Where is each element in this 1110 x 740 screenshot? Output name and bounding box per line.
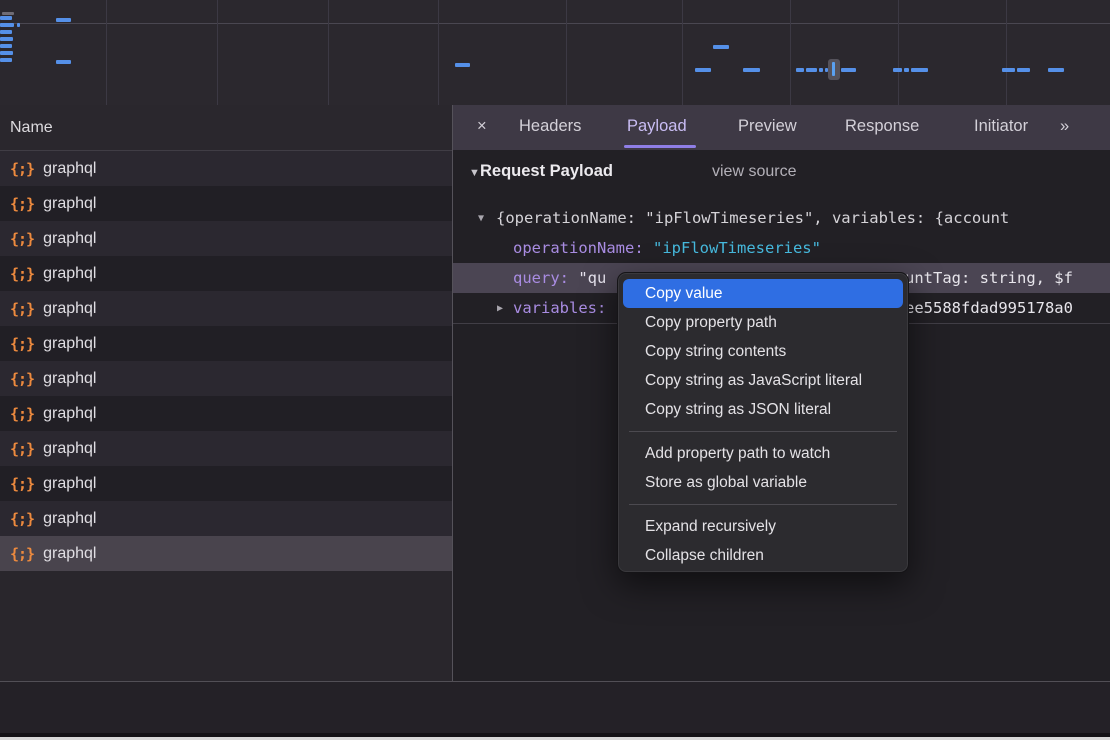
menu-separator — [629, 504, 897, 505]
request-name: graphql — [43, 475, 96, 493]
property-value-string: "qu — [578, 269, 606, 287]
menu-item-copy-property-path[interactable]: Copy property path — [618, 308, 908, 337]
devtools-network-panel: Name {;} graphql {;} graphql {;} graphql {;… — [0, 0, 1110, 740]
menu-item-copy-string-js-literal[interactable]: Copy string as JavaScript literal — [618, 366, 908, 395]
menu-item-copy-string-json-literal[interactable]: Copy string as JSON literal — [618, 395, 908, 424]
close-icon[interactable]: × — [477, 105, 487, 148]
json-request-icon: {;} — [10, 300, 34, 318]
menu-item-collapse-children[interactable]: Collapse children — [618, 541, 908, 570]
menu-item-add-property-path-to-watch[interactable]: Add property path to watch — [618, 439, 908, 468]
json-request-icon: {;} — [10, 370, 34, 388]
overview-hover-marker — [828, 59, 840, 80]
request-row[interactable]: {;} graphql — [0, 466, 452, 501]
request-row[interactable]: {;} graphql — [0, 221, 452, 256]
json-request-icon: {;} — [10, 160, 34, 178]
property-value-fragment: ee5588fdad995178a0 — [905, 293, 1073, 323]
section-title: Request Payload — [480, 162, 613, 181]
tree-row-operationname[interactable]: operationName: "ipFlowTimeseries" — [453, 233, 1110, 263]
tab-response[interactable]: Response — [845, 105, 919, 148]
request-name: graphql — [43, 300, 96, 318]
request-row-selected[interactable]: {;} graphql — [0, 536, 452, 571]
request-name: graphql — [43, 265, 96, 283]
view-source-link[interactable]: view source — [712, 163, 796, 181]
property-key: variables: — [513, 293, 606, 323]
request-row[interactable]: {;} graphql — [0, 186, 452, 221]
request-row[interactable]: {;} graphql — [0, 501, 452, 536]
expand-triangle-icon[interactable]: ▶ — [497, 294, 503, 323]
network-overview-strip[interactable] — [0, 0, 1110, 108]
request-name: graphql — [43, 510, 96, 528]
request-name: graphql — [43, 160, 96, 178]
request-row[interactable]: {;} graphql — [0, 326, 452, 361]
tab-payload[interactable]: Payload — [627, 105, 687, 148]
tab-initiator[interactable]: Initiator — [974, 105, 1028, 148]
request-name: graphql — [43, 370, 96, 388]
menu-item-copy-value[interactable]: Copy value — [623, 279, 903, 308]
menu-item-expand-recursively[interactable]: Expand recursively — [618, 512, 908, 541]
json-request-icon: {;} — [10, 510, 34, 528]
json-request-icon: {;} — [10, 440, 34, 458]
request-name: graphql — [43, 335, 96, 353]
request-row[interactable]: {;} graphql — [0, 396, 452, 431]
overview-lane-divider — [0, 23, 1110, 24]
request-list: {;} graphql {;} graphql {;} graphql {;} grap… — [0, 151, 452, 571]
property-key: query: "qu — [513, 263, 606, 293]
more-tabs-icon[interactable]: » — [1060, 105, 1067, 148]
menu-separator — [629, 431, 897, 432]
name-column-header[interactable]: Name — [0, 105, 452, 151]
json-request-icon: {;} — [10, 335, 34, 353]
request-name: graphql — [43, 545, 96, 563]
pane-divider[interactable] — [452, 105, 453, 733]
active-tab-underline — [624, 145, 696, 148]
tree-row-root[interactable]: ▼ {operationName: "ipFlowTimeseries", va… — [453, 203, 1110, 233]
request-row[interactable]: {;} graphql — [0, 256, 452, 291]
menu-item-store-as-global-variable[interactable]: Store as global variable — [618, 468, 908, 497]
context-menu: Copy value Copy property path Copy strin… — [617, 272, 909, 573]
request-row[interactable]: {;} graphql — [0, 291, 452, 326]
property-value-fragment: untTag: string, $f — [905, 263, 1073, 293]
tab-headers[interactable]: Headers — [519, 105, 581, 148]
overview-marker-tick — [832, 62, 835, 76]
request-row[interactable]: {;} graphql — [0, 431, 452, 466]
status-footer — [0, 682, 1110, 733]
request-row[interactable]: {;} graphql — [0, 151, 452, 186]
request-payload-section-header: ▼ Request Payload view source — [453, 162, 1110, 188]
name-column-label: Name — [10, 119, 53, 137]
detail-tabbar: × Headers Payload Preview Response Initi… — [453, 105, 1110, 152]
request-name: graphql — [43, 195, 96, 213]
tab-preview[interactable]: Preview — [738, 105, 797, 148]
collapse-triangle-icon[interactable]: ▼ — [469, 167, 480, 179]
request-row[interactable]: {;} graphql — [0, 361, 452, 396]
property-value-string: "ipFlowTimeseries" — [653, 239, 821, 257]
json-request-icon: {;} — [10, 405, 34, 423]
json-request-icon: {;} — [10, 545, 34, 563]
request-name: graphql — [43, 440, 96, 458]
menu-item-copy-string-contents[interactable]: Copy string contents — [618, 337, 908, 366]
json-request-icon: {;} — [10, 265, 34, 283]
json-request-icon: {;} — [10, 195, 34, 213]
property-key: operationName: "ipFlowTimeseries" — [513, 233, 821, 263]
json-request-icon: {;} — [10, 230, 34, 248]
request-name: graphql — [43, 230, 96, 248]
json-request-icon: {;} — [10, 475, 34, 493]
collapse-triangle-icon[interactable]: ▼ — [478, 204, 484, 233]
object-preview-text: {operationName: "ipFlowTimeseries", vari… — [496, 203, 1009, 233]
request-name: graphql — [43, 405, 96, 423]
